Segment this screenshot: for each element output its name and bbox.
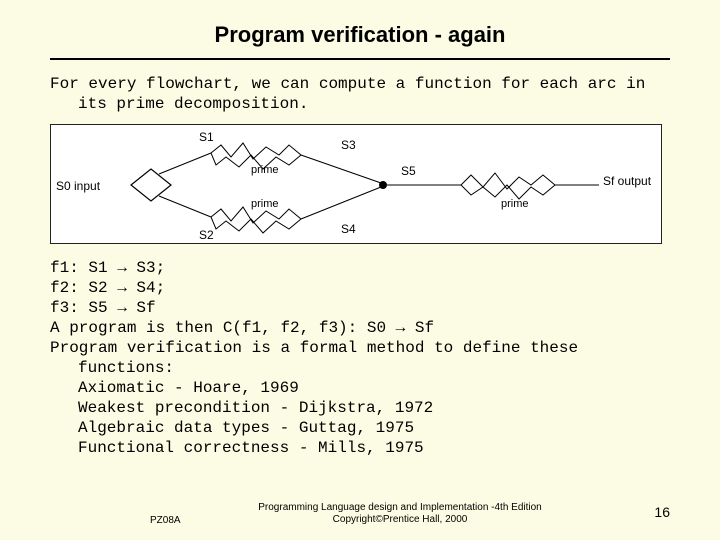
line-program: A program is then C(f1, f2, f3): S0 → Sf [50,318,670,338]
page-number: 16 [654,504,670,520]
label-s1: S1 [199,130,214,144]
footer-center-line2: Copyright©Prentice Hall, 2000 [333,514,468,525]
slide: Program verification - again For every f… [0,0,720,540]
line-f3: f3: S5 → Sf [50,298,670,318]
footer-left: PZ08A [150,515,181,526]
arc-s3 [301,155,381,183]
flowchart-diagram: S0 input S1 S2 prime prime [50,124,662,244]
footer-center-line1: Programming Language design and Implemen… [258,502,542,513]
label-s4: S4 [341,222,356,236]
merge-node-icon [379,181,387,189]
page-title: Program verification - again [0,0,720,58]
line-fc: Functional correctness - Mills, 1975 [50,438,670,458]
line-f1: f1: S1 → S3; [50,258,670,278]
line-f2: f2: S2 → S4; [50,278,670,298]
line-wp: Weakest precondition - Dijkstra, 1972 [50,398,670,418]
label-prime-bottom: prime [251,198,279,210]
slide-body: For every flowchart, we can compute a fu… [0,74,720,458]
arc-s2 [159,196,211,217]
label-s3: S3 [341,138,356,152]
label-s0: S0 input [56,179,101,193]
label-prime-top: prime [251,164,279,176]
footer-center: Programming Language design and Implemen… [200,502,600,526]
decision-diamond-icon [131,169,171,201]
label-sf: Sf output [603,174,652,188]
line-axiomatic: Axiomatic - Hoare, 1969 [50,378,670,398]
label-s5: S5 [401,164,416,178]
label-prime-right: prime [501,198,529,210]
line-adt: Algebraic data types - Guttag, 1975 [50,418,670,438]
title-divider [50,58,670,60]
prime-cloud-right-icon [461,173,555,199]
line-pv: Program verification is a formal method … [50,338,670,378]
arc-s4 [301,187,381,219]
label-s2: S2 [199,228,214,242]
prime-cloud-bottom-icon [211,207,301,233]
arc-s1 [159,153,211,174]
intro-paragraph: For every flowchart, we can compute a fu… [50,74,670,114]
flowchart-diagram-wrap: S0 input S1 S2 prime prime [50,124,670,244]
